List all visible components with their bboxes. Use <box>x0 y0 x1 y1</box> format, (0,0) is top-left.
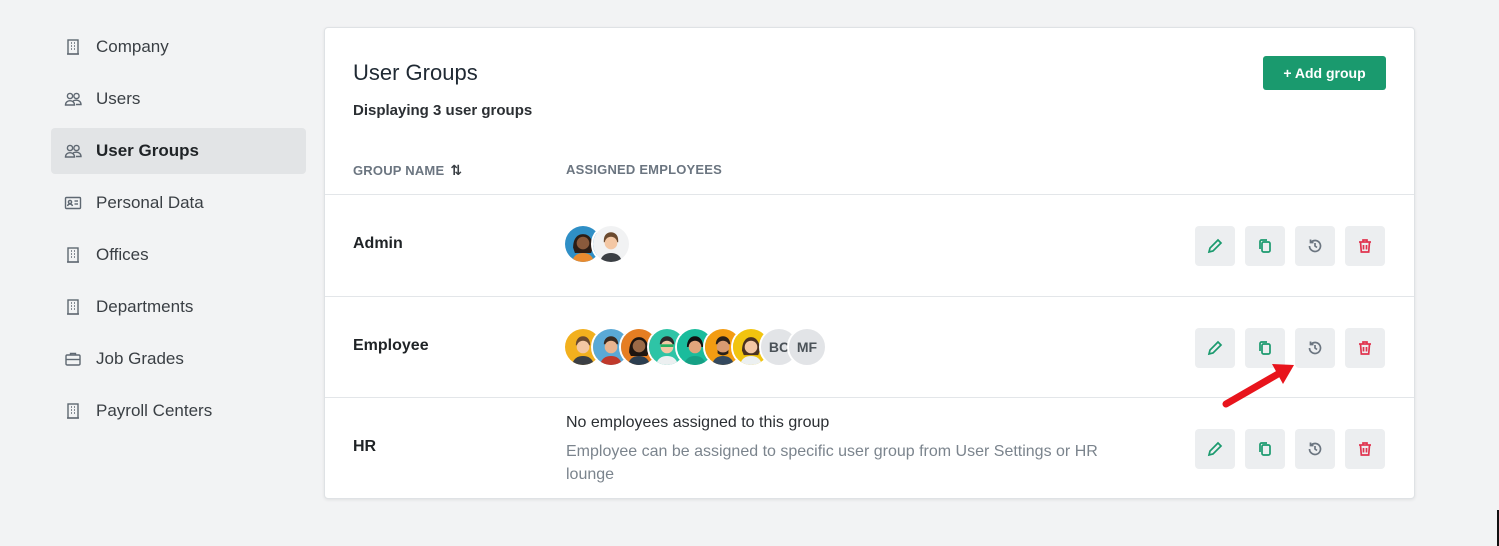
avatar-initials[interactable]: MF <box>787 327 827 367</box>
sidebar-item-user-groups[interactable]: User Groups <box>51 128 306 174</box>
annotation-arrow-icon <box>1222 364 1294 408</box>
avatar[interactable] <box>591 224 631 264</box>
add-group-button[interactable]: + Add group <box>1263 56 1386 90</box>
briefcase-icon <box>63 349 83 369</box>
edit-button[interactable] <box>1195 226 1235 266</box>
sidebar-item-company[interactable]: Company <box>51 24 306 70</box>
sidebar-item-offices[interactable]: Offices <box>51 232 306 278</box>
column-header-label: GROUP NAME <box>353 163 445 178</box>
pencil-icon <box>1207 441 1223 457</box>
table-row: HR No employees assigned to this group E… <box>325 397 1414 499</box>
sidebar-item-job-grades[interactable]: Job Grades <box>51 336 306 382</box>
history-icon <box>1308 239 1322 253</box>
building-icon <box>63 245 83 265</box>
delete-button[interactable] <box>1345 429 1385 469</box>
table-row: Admin <box>325 194 1414 296</box>
sidebar-item-payroll-centers[interactable]: Payroll Centers <box>51 388 306 434</box>
history-icon <box>1308 341 1322 355</box>
column-header-group-name[interactable]: GROUP NAME ⇅ <box>353 162 462 179</box>
column-header-assigned-employees: ASSIGNED EMPLOYEES <box>566 162 723 177</box>
sidebar-item-users[interactable]: Users <box>51 76 306 122</box>
sidebar-item-label: User Groups <box>96 141 199 160</box>
history-icon <box>1308 442 1322 456</box>
delete-button[interactable] <box>1345 328 1385 368</box>
building-icon <box>63 401 83 421</box>
group-name[interactable]: Employee <box>353 337 429 355</box>
sidebar-item-label: Departments <box>96 297 194 316</box>
sidebar-item-departments[interactable]: Departments <box>51 284 306 330</box>
copy-icon <box>1259 341 1271 355</box>
group-name[interactable]: Admin <box>353 235 403 253</box>
sidebar-item-personal-data[interactable]: Personal Data <box>51 180 306 226</box>
sidebar-item-label: Offices <box>96 245 149 264</box>
sidebar-item-label: Users <box>96 89 141 108</box>
sort-icon[interactable]: ⇅ <box>450 162 462 179</box>
user-groups-card: User Groups Displaying 3 user groups + A… <box>324 27 1415 499</box>
assigned-avatars: BC MF <box>563 327 827 367</box>
empty-state-title: No employees assigned to this group <box>566 414 830 431</box>
group-name[interactable]: HR <box>353 438 376 456</box>
row-actions <box>1195 429 1385 469</box>
group-count-text: Displaying 3 user groups <box>353 102 533 119</box>
assigned-avatars <box>563 224 631 264</box>
pencil-icon <box>1207 340 1223 356</box>
sidebar-item-label: Personal Data <box>96 193 204 212</box>
page-title: User Groups <box>353 60 478 85</box>
users-icon <box>63 141 83 161</box>
building-icon <box>63 37 83 57</box>
pencil-icon <box>1207 238 1223 254</box>
empty-state-text: Employee can be assigned to specific use… <box>566 443 1098 483</box>
sidebar-item-label: Company <box>96 37 169 56</box>
sidebar-item-label: Payroll Centers <box>96 401 213 420</box>
trash-icon <box>1359 442 1371 456</box>
history-button[interactable] <box>1295 226 1335 266</box>
building-icon <box>63 297 83 317</box>
trash-icon <box>1359 239 1371 253</box>
sidebar-item-label: Job Grades <box>96 349 184 368</box>
copy-button[interactable] <box>1245 429 1285 469</box>
trash-icon <box>1359 341 1371 355</box>
history-button[interactable] <box>1295 328 1335 368</box>
edit-button[interactable] <box>1195 429 1235 469</box>
row-actions <box>1195 226 1385 266</box>
sidebar: Company Users User Groups Personal Data … <box>51 24 306 440</box>
history-button[interactable] <box>1295 429 1335 469</box>
copy-icon <box>1259 239 1271 253</box>
copy-button[interactable] <box>1245 226 1285 266</box>
users-icon <box>63 89 83 109</box>
copy-icon <box>1259 442 1271 456</box>
delete-button[interactable] <box>1345 226 1385 266</box>
id-card-icon <box>63 193 83 213</box>
